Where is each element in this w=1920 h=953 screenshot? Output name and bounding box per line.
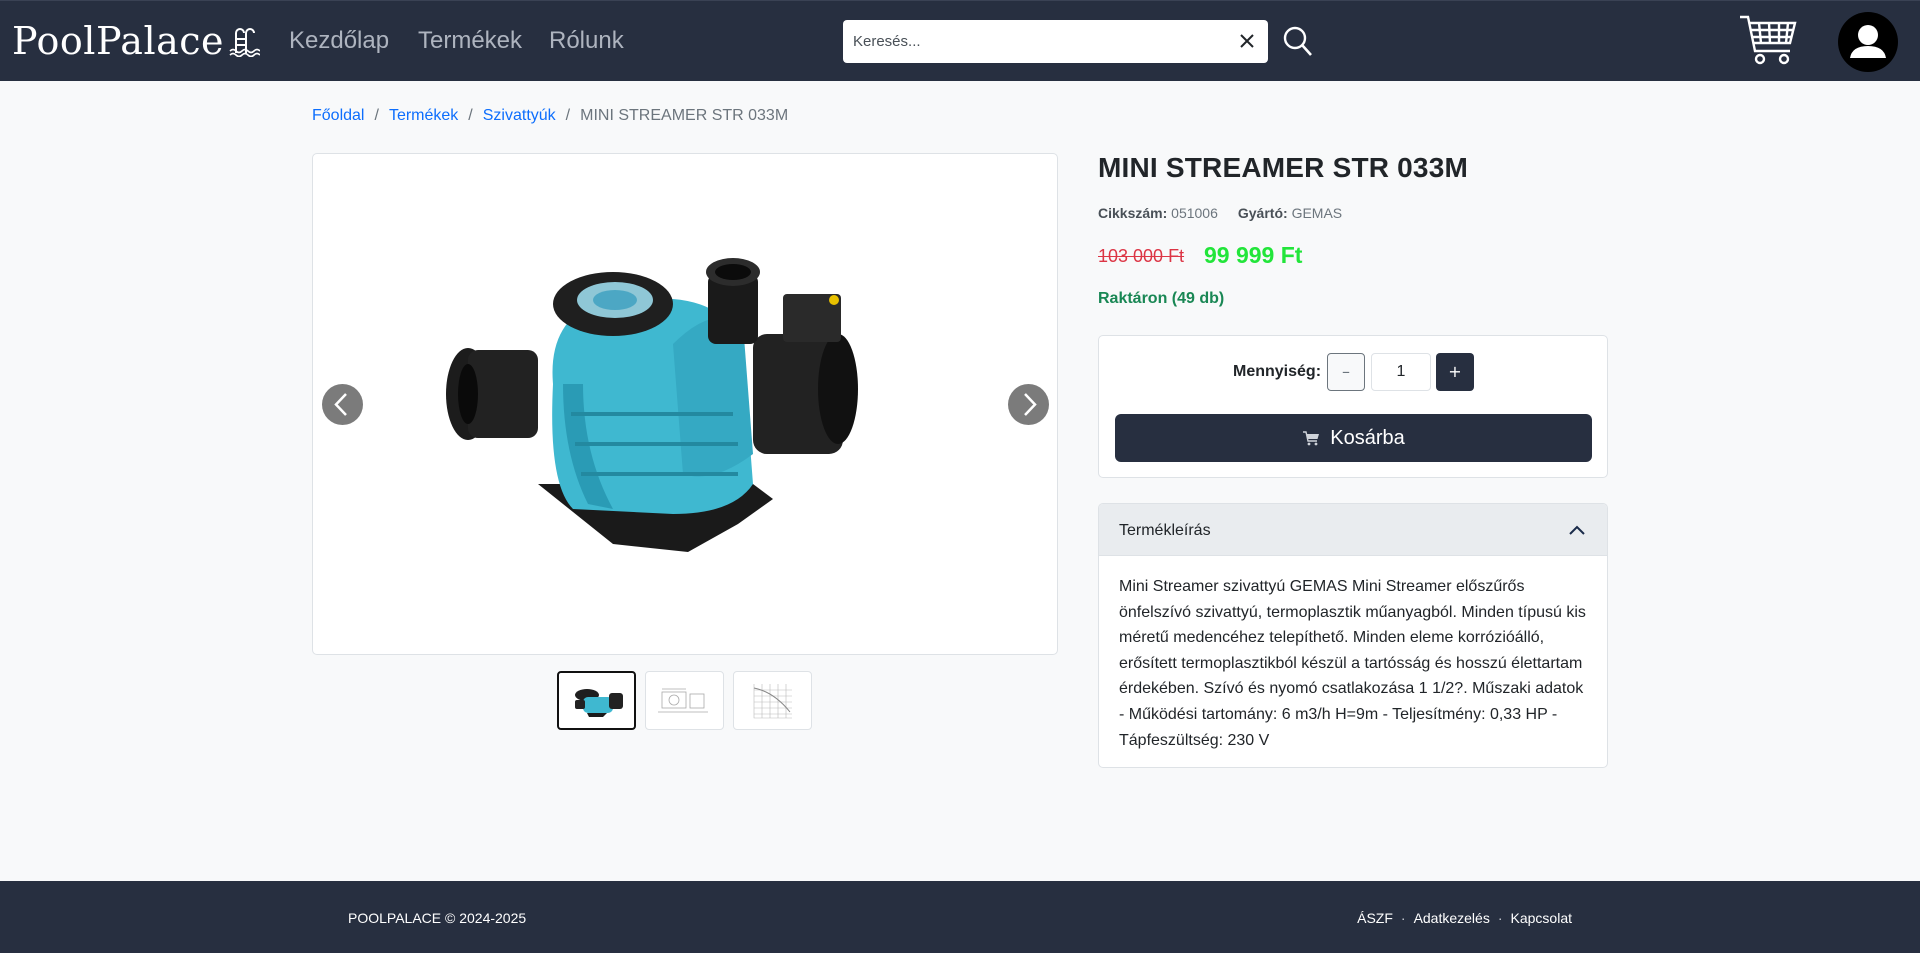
sku: Cikkszám: 051006 xyxy=(1098,205,1218,221)
copyright: POOLPALACE © 2024-2025 xyxy=(348,910,527,926)
breadcrumb: Főoldal / Termékek / Szivattyúk / MINI S… xyxy=(312,107,788,125)
old-price: 103 000 Ft xyxy=(1098,246,1185,266)
nav-about[interactable]: Rólunk xyxy=(549,27,624,55)
footer-links: ÁSZF · Adatkezelés · Kapcsolat xyxy=(1357,910,1572,926)
breadcrumb-products[interactable]: Termékek xyxy=(389,107,458,125)
chevron-up-icon xyxy=(1569,525,1585,535)
search-placeholder: Keresés... xyxy=(853,33,921,50)
quantity-increase-button[interactable]: + xyxy=(1436,353,1474,391)
search-input[interactable]: Keresés... xyxy=(843,20,1268,63)
carousel-next-button[interactable] xyxy=(1008,384,1049,425)
chevron-left-icon xyxy=(334,393,347,416)
breadcrumb-pumps[interactable]: Szivattyúk xyxy=(483,107,556,125)
product-image-carousel[interactable] xyxy=(312,153,1058,655)
nav-products[interactable]: Termékek xyxy=(418,27,522,55)
brand-name: PoolPalace xyxy=(12,19,225,63)
purchase-card: Mennyiség: – 1 + Kosárba xyxy=(1098,335,1608,478)
footer-separator: · xyxy=(1497,910,1503,926)
footer: POOLPALACE © 2024-2025 ÁSZF · Adatkezelé… xyxy=(0,881,1920,953)
quantity-label: Mennyiség: xyxy=(1233,363,1322,380)
add-to-cart-label: Kosárba xyxy=(1330,426,1405,449)
add-to-cart-button[interactable]: Kosárba xyxy=(1115,414,1592,462)
maker-label: Gyártó: xyxy=(1237,205,1288,221)
thumbnail-dimension-drawing[interactable] xyxy=(645,671,724,730)
description-accordion: Termékleírás Mini Streamer szivattyú GEM… xyxy=(1098,503,1608,768)
cart-icon[interactable] xyxy=(1738,13,1798,69)
stock-status: Raktáron (49 db) xyxy=(1098,290,1225,307)
footer-separator: · xyxy=(1400,910,1406,926)
breadcrumb-current: MINI STREAMER STR 033M xyxy=(580,107,789,124)
breadcrumb-home[interactable]: Főoldal xyxy=(312,107,364,125)
description-title: Termékleírás xyxy=(1119,522,1211,539)
maker-value: GEMAS xyxy=(1291,205,1343,221)
search-icon[interactable] xyxy=(1282,25,1314,59)
footer-link-contact[interactable]: Kapcsolat xyxy=(1511,910,1572,926)
thumbnail-performance-curve[interactable] xyxy=(733,671,812,730)
clear-search-icon[interactable] xyxy=(1236,30,1258,52)
sku-label: Cikkszám: xyxy=(1098,205,1168,221)
product-title: MINI STREAMER STR 033M xyxy=(1098,152,1468,183)
thumbnail-strip xyxy=(557,671,812,730)
sku-value: 051006 xyxy=(1171,205,1218,221)
navbar: PoolPalace Kezdőlap Termékek Rólunk Kere… xyxy=(0,0,1920,81)
description-toggle[interactable]: Termékleírás xyxy=(1099,504,1607,556)
brand-logo[interactable]: PoolPalace xyxy=(12,19,261,63)
thumbnail-pump-photo[interactable] xyxy=(557,671,636,730)
cart-icon xyxy=(1303,431,1320,446)
nav-home[interactable]: Kezdőlap xyxy=(289,27,389,55)
description-text: Mini Streamer szivattyú GEMAS Mini Strea… xyxy=(1119,578,1586,749)
quantity-decrease-button[interactable]: – xyxy=(1327,353,1365,391)
chevron-right-icon xyxy=(1024,393,1037,416)
carousel-prev-button[interactable] xyxy=(322,384,363,425)
maker: Gyártó: GEMAS xyxy=(1238,205,1342,221)
quantity-input[interactable]: 1 xyxy=(1371,353,1431,391)
footer-link-terms[interactable]: ÁSZF xyxy=(1357,910,1393,926)
product-meta: Cikkszám: 051006 Gyártó: GEMAS xyxy=(1098,205,1342,221)
current-price: 99 999 Ft xyxy=(1204,242,1303,268)
breadcrumb-separator: / xyxy=(468,107,473,124)
pool-ladder-icon xyxy=(229,28,261,57)
breadcrumb-separator: / xyxy=(374,107,379,124)
breadcrumb-separator: / xyxy=(565,107,571,124)
footer-link-privacy[interactable]: Adatkezelés xyxy=(1414,910,1490,926)
user-avatar-icon[interactable] xyxy=(1838,12,1898,72)
pump-image xyxy=(446,258,858,552)
